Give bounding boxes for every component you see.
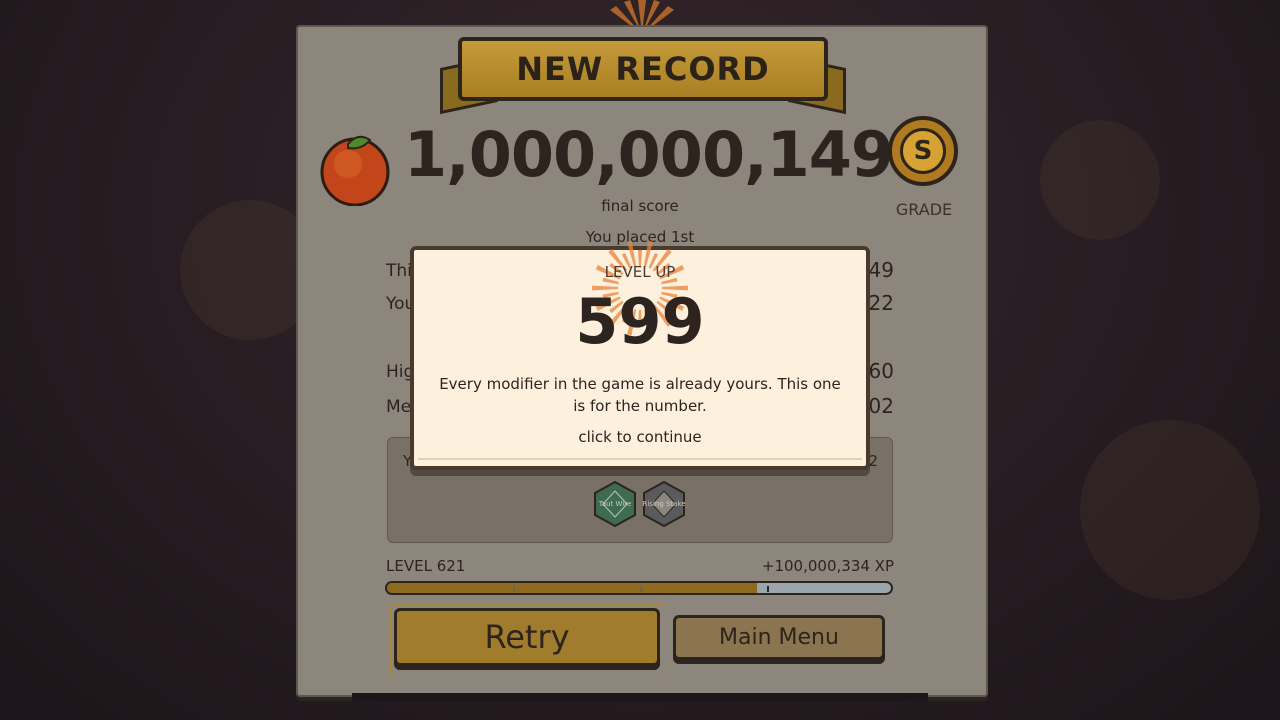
xp-progress-fill (387, 583, 758, 593)
final-score-label: final score (601, 197, 679, 215)
modifier-badge-taut-wire[interactable]: Taut Wire (592, 481, 638, 527)
modifier-badge-rising-stake[interactable]: Rising Stake (641, 481, 687, 527)
xp-tick (513, 586, 515, 592)
grade-badge: S (888, 116, 958, 186)
click-to-continue[interactable]: click to continue (540, 428, 740, 446)
xp-tick (640, 586, 642, 592)
grade-label: GRADE (895, 200, 953, 219)
level-label: LEVEL 621 (386, 557, 466, 575)
level-up-message: Every modifier in the game is already yo… (439, 375, 841, 415)
xp-tick (767, 586, 769, 592)
modifier-badge-label: Rising Stake (642, 500, 686, 508)
level-up-title: LEVEL UP (604, 263, 676, 281)
grade-letter: S (900, 128, 946, 174)
new-record-banner: NEW RECORD (458, 37, 828, 101)
bottom-shadow (352, 693, 928, 701)
xp-progress-bar (385, 581, 893, 595)
xp-gain-label: +100,000,334 XP (761, 557, 894, 575)
main-menu-button[interactable]: Main Menu (673, 615, 885, 660)
final-score-value: 1,000,000,149 (404, 118, 894, 191)
banner-title: NEW RECORD (516, 50, 770, 88)
level-up-number: 599 (575, 285, 705, 358)
orange-fruit-icon (320, 135, 390, 206)
stat-label-1: Thi (386, 261, 412, 281)
retry-button[interactable]: Retry (394, 608, 660, 666)
modifier-badge-label: Taut Wire (598, 500, 632, 508)
